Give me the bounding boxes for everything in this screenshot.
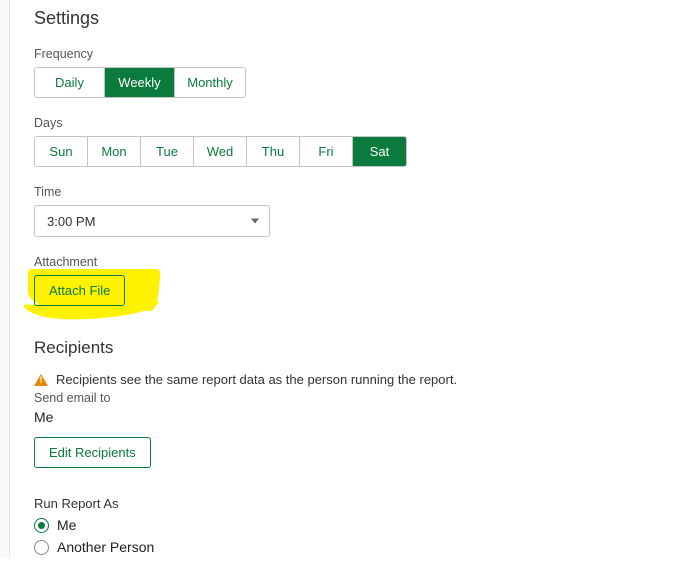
radio-icon — [34, 540, 49, 555]
warning-icon — [34, 374, 48, 386]
run-as-option-another-person[interactable]: Another Person — [34, 539, 664, 555]
day-option-tue[interactable]: Tue — [141, 137, 194, 166]
day-option-thu[interactable]: Thu — [247, 137, 300, 166]
day-option-sat[interactable]: Sat — [353, 137, 406, 166]
send-email-to-label: Send email to — [34, 391, 664, 405]
left-gutter — [0, 0, 10, 558]
day-option-mon[interactable]: Mon — [88, 137, 141, 166]
run-as-option-label: Me — [57, 517, 76, 533]
frequency-label: Frequency — [34, 47, 664, 61]
day-option-fri[interactable]: Fri — [300, 137, 353, 166]
frequency-option-weekly[interactable]: Weekly — [105, 68, 175, 97]
frequency-option-daily[interactable]: Daily — [35, 68, 105, 97]
send-email-to-value: Me — [34, 409, 664, 425]
run-as-option-label: Another Person — [57, 539, 154, 555]
time-value: 3:00 PM — [47, 214, 95, 229]
attachment-label: Attachment — [34, 255, 664, 269]
recipients-warning-row: Recipients see the same report data as t… — [34, 372, 664, 387]
day-option-sun[interactable]: Sun — [35, 137, 88, 166]
day-option-wed[interactable]: Wed — [194, 137, 247, 166]
radio-icon — [34, 518, 49, 533]
attach-file-button[interactable]: Attach File — [34, 275, 125, 306]
time-label: Time — [34, 185, 664, 199]
days-group: Sun Mon Tue Wed Thu Fri Sat — [34, 136, 407, 167]
run-report-as-label: Run Report As — [34, 496, 664, 511]
run-as-option-me[interactable]: Me — [34, 517, 664, 533]
days-label: Days — [34, 116, 664, 130]
edit-recipients-button[interactable]: Edit Recipients — [34, 437, 151, 468]
recipients-warning-text: Recipients see the same report data as t… — [56, 372, 457, 387]
frequency-group: Daily Weekly Monthly — [34, 67, 246, 98]
chevron-down-icon — [251, 219, 259, 224]
recipients-title: Recipients — [34, 338, 664, 358]
time-dropdown[interactable]: 3:00 PM — [34, 205, 270, 237]
frequency-option-monthly[interactable]: Monthly — [175, 68, 245, 97]
settings-title: Settings — [34, 8, 664, 29]
